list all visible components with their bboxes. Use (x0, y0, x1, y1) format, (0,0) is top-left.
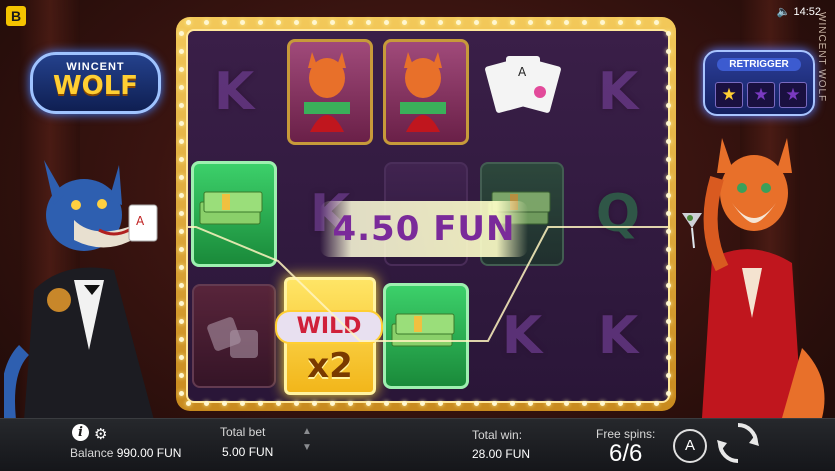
star-icon: ★ (747, 82, 775, 108)
light-bulb (402, 20, 407, 25)
light-bulb (384, 20, 389, 25)
spin-button[interactable] (715, 420, 761, 466)
game-title-vertical: WINCENT WOLF (816, 12, 827, 103)
light-bulb (179, 31, 184, 36)
light-bulb (276, 20, 281, 25)
menu-button[interactable]: B (6, 6, 26, 26)
light-bulb (564, 20, 569, 25)
status-bar: 🔈 14:52 (777, 5, 821, 18)
light-bulb (330, 20, 335, 25)
autoplay-button[interactable]: A (673, 429, 707, 463)
light-bulb (654, 20, 659, 25)
free-spins-value: 6/6 (609, 440, 643, 467)
balance-label: Balance (70, 446, 114, 460)
light-bulb (186, 20, 191, 25)
light-bulb (600, 20, 605, 25)
bet-increase-icon[interactable]: ▲ (300, 424, 314, 440)
light-bulb (179, 229, 184, 234)
light-bulb (179, 121, 184, 126)
light-bulb (618, 20, 623, 25)
light-bulb (179, 139, 184, 144)
gear-icon[interactable]: ⚙ (94, 425, 107, 443)
balance: Balance 990.00 FUN (70, 446, 181, 460)
logo-line2: WOLF (52, 71, 139, 101)
light-bulb (582, 20, 587, 25)
balance-value: 990.00 FUN (116, 446, 182, 460)
light-bulb (179, 355, 184, 360)
light-bulb (222, 20, 227, 25)
bet-stepper[interactable]: ▲ ▼ (300, 424, 314, 464)
light-bulb (366, 20, 371, 25)
total-bet-value: 5.00 FUN (222, 445, 274, 459)
light-bulb (492, 20, 497, 25)
light-bulb (636, 20, 641, 25)
light-bulb (179, 319, 184, 324)
light-bulb (528, 20, 533, 25)
light-bulb (179, 301, 184, 306)
game-logo: WINCENT WOLF (30, 52, 161, 114)
total-bet-label: Total bet (220, 425, 266, 439)
light-bulb (179, 49, 184, 54)
light-bulb (179, 175, 184, 180)
light-bulb (240, 20, 245, 25)
win-amount: 4.50 FUN (332, 209, 516, 249)
light-bulb (179, 157, 184, 162)
light-bulb (179, 265, 184, 270)
retrigger-panel: RETRIGGER ★ ★ ★ (703, 50, 815, 116)
star-icon: ★ (715, 82, 743, 108)
light-bulb (294, 20, 299, 25)
light-bulb (348, 20, 353, 25)
game-stage: B 🔈 14:52 WINCENT WOLF WINCENT WOLF RETR… (0, 0, 835, 418)
speaker-icon[interactable]: 🔈 (777, 6, 791, 18)
info-icon[interactable]: i (72, 424, 89, 441)
light-bulb (179, 211, 184, 216)
reels-area: KAKKQWILDx2KK 4.50 FUN (186, 29, 670, 403)
retrigger-stars: ★ ★ ★ (715, 82, 807, 108)
fox-character (682, 138, 825, 418)
star-icon: ★ (779, 82, 807, 108)
light-bulb (456, 20, 461, 25)
light-bulb (474, 20, 479, 25)
light-bulb (179, 85, 184, 90)
light-bulb (179, 67, 184, 72)
light-bulb (438, 20, 443, 25)
win-banner: 4.50 FUN (320, 201, 528, 257)
light-bulb (179, 337, 184, 342)
light-bulb (179, 391, 184, 396)
retrigger-label: RETRIGGER (717, 58, 801, 71)
reels-frame: KAKKQWILDx2KK 4.50 FUN (176, 17, 676, 411)
free-spins-label: Free spins: (596, 427, 656, 441)
light-bulb (546, 20, 551, 25)
bet-decrease-icon[interactable]: ▼ (300, 440, 314, 456)
total-win-value: 28.00 FUN (472, 447, 531, 461)
light-bulb (420, 20, 425, 25)
light-bulb (510, 20, 515, 25)
light-bulb (179, 247, 184, 252)
bottom-bar (0, 418, 835, 471)
light-bulb (179, 373, 184, 378)
wolf-character: A (4, 160, 158, 418)
svg-text:A: A (136, 214, 145, 228)
light-bulb (312, 20, 317, 25)
light-bulb (258, 20, 263, 25)
light-bulb (204, 20, 209, 25)
total-win-label: Total win: (472, 428, 523, 442)
light-bulb (179, 193, 184, 198)
light-bulb (179, 283, 184, 288)
light-bulb (179, 103, 184, 108)
